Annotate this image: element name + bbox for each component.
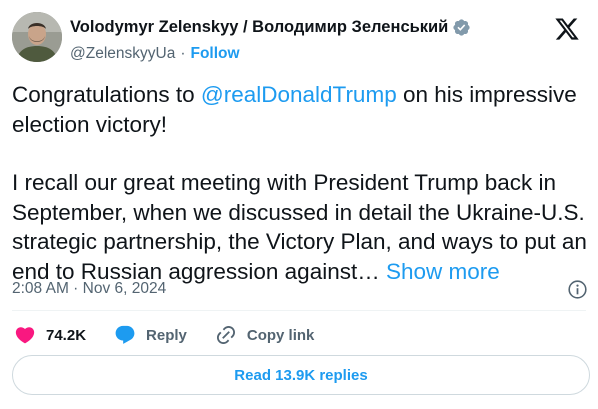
tweet-paragraph-1: Congratulations to @realDonaldTrump on h… [12,80,588,139]
reply-button[interactable]: Reply [114,324,187,346]
tweet-timestamp[interactable]: 2:08 AM · Nov 6, 2024 [12,280,166,298]
follow-button[interactable]: Follow [191,45,240,63]
verified-badge-icon [453,18,470,36]
mention-link[interactable]: @realDonaldTrump [201,82,397,107]
avatar[interactable] [12,12,62,62]
copy-link-label: Copy link [246,326,315,344]
timestamp-separator: · [68,280,83,297]
separator-dot: · [180,45,186,62]
paragraph-2-text: I recall our great meeting with Presiden… [12,170,587,284]
tweet-paragraph-2: I recall our great meeting with Presiden… [12,168,588,286]
avatar-image [12,12,62,62]
link-icon [216,325,235,345]
tweet-text: Congratulations to @realDonaldTrump on h… [12,80,588,286]
tweet-time: 2:08 AM [12,280,69,297]
tweet-header: Volodymyr Zelenskyy / Володимир Зеленськ… [12,12,586,66]
heart-icon [15,327,35,344]
action-bar: 74.2K Reply Copy link [14,322,342,348]
like-button[interactable]: 74.2K [14,324,86,346]
read-replies-button[interactable]: Read 13.9K replies [12,355,590,395]
info-icon[interactable] [567,279,588,300]
handle[interactable]: @ZelenskyyUa [70,45,175,63]
like-count: 74.2K [46,326,87,344]
speech-bubble-icon [115,325,135,344]
paragraph-1-start: Congratulations to [12,82,201,107]
handle-row: @ZelenskyyUa · Follow [70,44,240,64]
reply-label: Reply [146,326,187,344]
show-more-link[interactable]: Show more [386,259,500,284]
name-row: Volodymyr Zelenskyy / Володимир Зеленськ… [70,16,471,38]
tweet-card: Volodymyr Zelenskyy / Володимир Зеленськ… [0,0,598,409]
divider [12,310,586,311]
x-logo-icon[interactable] [554,16,580,42]
display-name[interactable]: Volodymyr Zelenskyy / Володимир Зеленськ… [70,18,448,37]
tweet-date: Nov 6, 2024 [82,280,167,297]
copy-link-button[interactable]: Copy link [215,324,315,346]
